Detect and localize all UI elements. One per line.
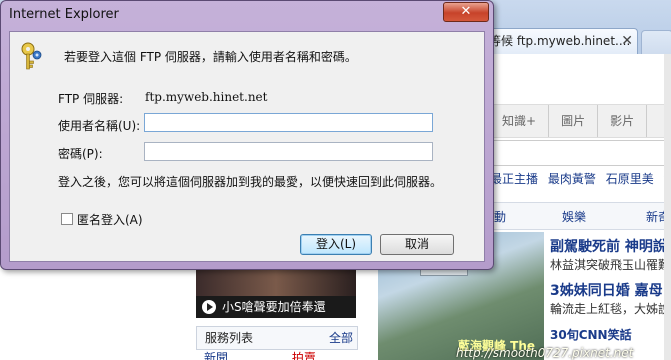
tab-close-icon[interactable]: ✕ — [621, 29, 633, 53]
services-panel: 服務列表 全部 — [196, 326, 358, 350]
dialog-titlebar[interactable]: Internet Explorer ✕ — [1, 1, 493, 29]
news-headline[interactable]: 3姊妹同日婚 嘉母 — [550, 280, 663, 300]
username-label: 使用者名稱(U): — [58, 119, 141, 133]
tab-title: 等候 ftp.myweb.hinet.... — [489, 34, 631, 48]
close-button[interactable]: ✕ — [443, 2, 489, 22]
password-label: 密碼(P): — [58, 147, 103, 161]
news-headline[interactable]: 30旬CNN笑話 — [550, 326, 632, 343]
server-label: FTP 伺服器: — [58, 92, 124, 106]
news-subline: 林益淇突破飛玉山罹難 — [550, 258, 671, 272]
page-scrollbar[interactable] — [664, 54, 671, 360]
cancel-button[interactable]: 取消 — [380, 234, 454, 255]
services-title: 服務列表 — [205, 331, 254, 345]
login-prompt: 若要登入這個 FTP 伺服器，請輸入使用者名稱和密碼。 — [64, 50, 357, 64]
trending-links: 最正主播 最肉黃警 石原里美 猴前 — [490, 170, 671, 187]
category-tab[interactable]: 娛樂 — [562, 208, 586, 225]
anonymous-login-checkbox[interactable] — [61, 213, 73, 225]
news-headline[interactable]: 副駕駛死前 神明說 — [550, 236, 667, 256]
news-subline: 輪流走上紅毯，大姊說 — [550, 302, 671, 316]
nav-item[interactable]: 圖片 — [549, 105, 599, 137]
video-caption-bar[interactable]: 小S嗆聲要加倍奉還 — [196, 296, 356, 318]
browser-tab[interactable]: 等候 ftp.myweb.hinet.... ✕ — [470, 28, 638, 54]
server-value: ftp.myweb.hinet.net — [145, 90, 268, 104]
video-caption: 小S嗆聲要加倍奉還 — [222, 300, 326, 314]
dialog-title: Internet Explorer — [9, 7, 119, 22]
video-thumbnail[interactable] — [196, 270, 356, 296]
username-field[interactable] — [144, 113, 433, 132]
category-tab[interactable]: 動 — [494, 208, 506, 225]
service-link[interactable]: 新聞 — [204, 351, 228, 360]
search-nav-bar: 知識+ 圖片 影片 — [490, 104, 671, 138]
trending-link[interactable]: 最正主播 — [490, 172, 538, 186]
ftp-login-dialog: Internet Explorer ✕ 若要登入這個 FTP 伺服器，請輸入使用… — [0, 0, 494, 270]
anonymous-login-label[interactable]: 匿名登入(A) — [77, 211, 143, 228]
nav-item[interactable]: 知識+ — [490, 105, 550, 137]
password-field[interactable] — [144, 142, 433, 161]
trending-link[interactable]: 石原里美 — [606, 172, 654, 186]
watermark: http://smooth0727.pixnet.net — [456, 346, 634, 360]
login-button[interactable]: 登入(L) — [300, 234, 372, 255]
new-tab-button[interactable] — [641, 30, 671, 55]
play-icon[interactable] — [202, 300, 216, 314]
nav-item[interactable]: 影片 — [598, 105, 648, 137]
favorites-note: 登入之後，您可以將這個伺服器加到我的最愛，以便快速回到此伺服器。 — [58, 175, 443, 189]
close-icon: ✕ — [460, 4, 472, 19]
services-all-link[interactable]: 全部 — [329, 327, 353, 349]
key-icon — [21, 42, 42, 70]
category-tabs: 動 娛樂 新奇 — [490, 202, 671, 230]
search-input[interactable] — [490, 140, 671, 166]
trending-link[interactable]: 最肉黃警 — [548, 172, 596, 186]
service-link[interactable]: 拍賣 — [292, 351, 316, 360]
services-list: 新聞 拍賣 — [196, 349, 356, 360]
